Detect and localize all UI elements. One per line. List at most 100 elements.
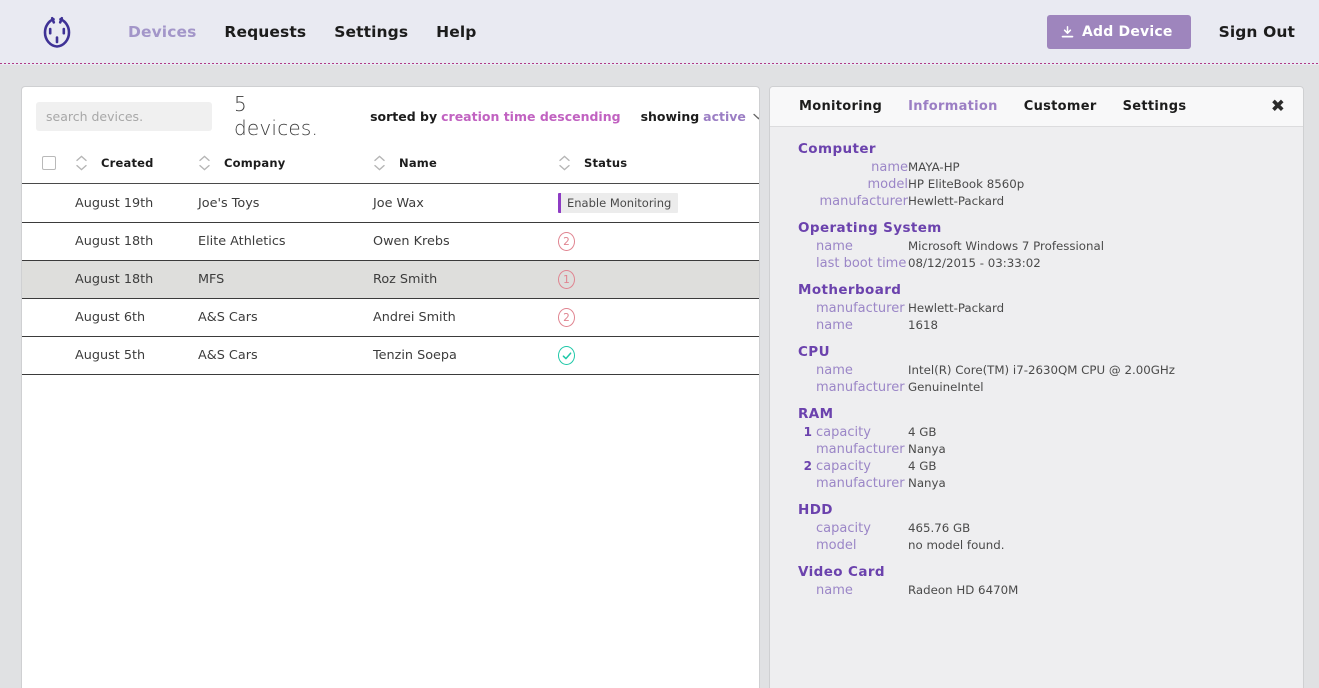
detail-field-index: 2: [803, 459, 812, 473]
cell-name: Joe Wax: [373, 183, 558, 223]
close-icon[interactable]: ✖: [1271, 98, 1285, 115]
header-status-label: Status: [584, 156, 628, 170]
tab-monitoring[interactable]: Monitoring: [786, 99, 895, 114]
header-company-label: Company: [224, 156, 286, 170]
nav-link-settings[interactable]: Settings: [320, 17, 422, 47]
cell-created: August 5th: [75, 336, 198, 375]
header-name[interactable]: Name: [373, 145, 558, 184]
detail-field-key: manufacturer: [816, 301, 905, 316]
status-ok-icon[interactable]: [558, 346, 575, 365]
detail-field-value: Intel(R) Core(TM) i7-2630QM CPU @ 2.00GH…: [908, 363, 1175, 377]
status-badge[interactable]: 2: [558, 232, 575, 251]
detail-field-row: manufacturer GenuineIntel: [770, 380, 1303, 395]
tab-settings[interactable]: Settings: [1110, 99, 1200, 114]
cell-created: August 19th: [75, 183, 198, 223]
detail-field-value: Nanya: [908, 442, 946, 456]
detail-field-row: model HP EliteBook 8560p: [770, 177, 1303, 192]
cell-company: Elite Athletics: [198, 222, 373, 261]
search-input[interactable]: [36, 101, 212, 131]
cell-name: Owen Krebs: [373, 222, 558, 261]
device-table-head: Created Company Name Status: [22, 145, 759, 184]
cell-name: Roz Smith: [373, 260, 558, 299]
header-created-label: Created: [101, 156, 154, 170]
detail-field-row: name Microsoft Windows 7 Professional: [770, 239, 1303, 254]
header-company[interactable]: Company: [198, 145, 373, 184]
cell-company: Joe's Toys: [198, 183, 373, 223]
main-nav-links: Devices Requests Settings Help: [114, 17, 490, 47]
device-table-header-row: Created Company Name Status: [22, 145, 759, 184]
app-logo[interactable]: [22, 15, 92, 49]
detail-field-row: manufacturer Nanya: [770, 442, 1303, 457]
select-all-checkbox[interactable]: [42, 156, 56, 170]
enable-monitoring-button[interactable]: Enable Monitoring: [558, 193, 679, 213]
row-select-cell[interactable]: [22, 336, 75, 375]
detail-field-row: 1 capacity 4 GB: [770, 425, 1303, 440]
cell-status: 2: [558, 222, 759, 261]
cell-status: Enable Monitoring: [558, 183, 759, 223]
sort-toggle-created-icon[interactable]: [75, 155, 88, 171]
header-select-all: [22, 145, 75, 184]
detail-field-index: 1: [803, 425, 812, 439]
detail-field-value: 465.76 GB: [908, 521, 971, 535]
detail-field-value: 1618: [908, 318, 939, 332]
sort-and-filter-info: sorted by creation time descending showi…: [370, 108, 759, 124]
row-select-cell[interactable]: [22, 183, 75, 223]
detail-field-row: last boot time 08/12/2015 - 03:33:02: [770, 256, 1303, 271]
table-row[interactable]: August 5th A&S Cars Tenzin Soepa: [22, 336, 759, 375]
showing-value[interactable]: active: [703, 109, 746, 124]
detail-field-key: name: [816, 239, 853, 254]
device-table-body: August 19th Joe's Toys Joe Wax Enable Monit…: [22, 183, 759, 375]
detail-field-key: capacity: [816, 425, 871, 440]
row-select-cell[interactable]: [22, 260, 75, 299]
showing-label: showing: [640, 108, 700, 124]
status-badge[interactable]: 2: [558, 308, 575, 327]
detail-field-value: Nanya: [908, 476, 946, 490]
detail-field-key: manufacturer: [816, 380, 905, 395]
nav-link-help[interactable]: Help: [422, 17, 490, 47]
detail-field-value: no model found.: [908, 538, 1005, 552]
detail-field-key: model: [867, 177, 908, 192]
tab-customer[interactable]: Customer: [1011, 99, 1110, 114]
cell-status: 1: [558, 260, 759, 299]
detail-field-value: GenuineIntel: [908, 380, 984, 394]
cell-status: [558, 336, 759, 375]
sort-toggle-name-icon[interactable]: [373, 155, 386, 171]
detail-section-title: Operating System: [798, 220, 942, 236]
sorted-by-value[interactable]: creation time descending: [441, 109, 620, 124]
detail-field-key: manufacturer: [816, 442, 905, 457]
nav-link-requests[interactable]: Requests: [210, 17, 320, 47]
add-device-button[interactable]: Add Device: [1046, 15, 1191, 49]
header-status[interactable]: Status: [558, 145, 759, 184]
detail-field-value: 4 GB: [908, 459, 937, 473]
detail-field-row: manufacturer Hewlett-Packard: [770, 194, 1303, 209]
sort-toggle-company-icon[interactable]: [198, 155, 211, 171]
top-navigation-bar: Devices Requests Settings Help Add Devic…: [0, 0, 1319, 64]
add-device-label: Add Device: [1081, 24, 1173, 40]
status-badge[interactable]: 1: [558, 270, 575, 289]
sign-out-button[interactable]: Sign Out: [1219, 23, 1295, 41]
cell-company: MFS: [198, 260, 373, 299]
detail-field-key: last boot time: [816, 256, 907, 271]
detail-field-value: MAYA-HP: [908, 160, 960, 174]
cell-created: August 18th: [75, 260, 198, 299]
detail-field-row: 2 capacity 4 GB: [770, 459, 1303, 474]
cell-company: A&S Cars: [198, 336, 373, 375]
tab-information[interactable]: Information: [895, 99, 1011, 114]
table-row[interactable]: August 18th MFS Roz Smith 1: [22, 260, 759, 299]
detail-field-key: manufacturer: [816, 476, 905, 491]
row-select-cell[interactable]: [22, 222, 75, 261]
detail-field-row: capacity 465.76 GB: [770, 521, 1303, 536]
detail-field-row: name MAYA-HP: [770, 160, 1303, 175]
table-row[interactable]: August 6th A&S Cars Andrei Smith 2: [22, 298, 759, 337]
header-created[interactable]: Created: [75, 145, 198, 184]
nav-link-devices[interactable]: Devices: [114, 17, 210, 47]
sort-toggle-status-icon[interactable]: [558, 155, 571, 171]
row-select-cell[interactable]: [22, 298, 75, 337]
device-count-label: 5 devices.: [234, 92, 319, 140]
cell-created: August 18th: [75, 222, 198, 261]
table-row[interactable]: August 18th Elite Athletics Owen Krebs 2: [22, 222, 759, 261]
detail-field-value: Hewlett-Packard: [908, 301, 1005, 315]
table-row[interactable]: August 19th Joe's Toys Joe Wax Enable Monit…: [22, 183, 759, 223]
cell-status: 2: [558, 298, 759, 337]
chevron-down-icon[interactable]: [753, 111, 759, 122]
